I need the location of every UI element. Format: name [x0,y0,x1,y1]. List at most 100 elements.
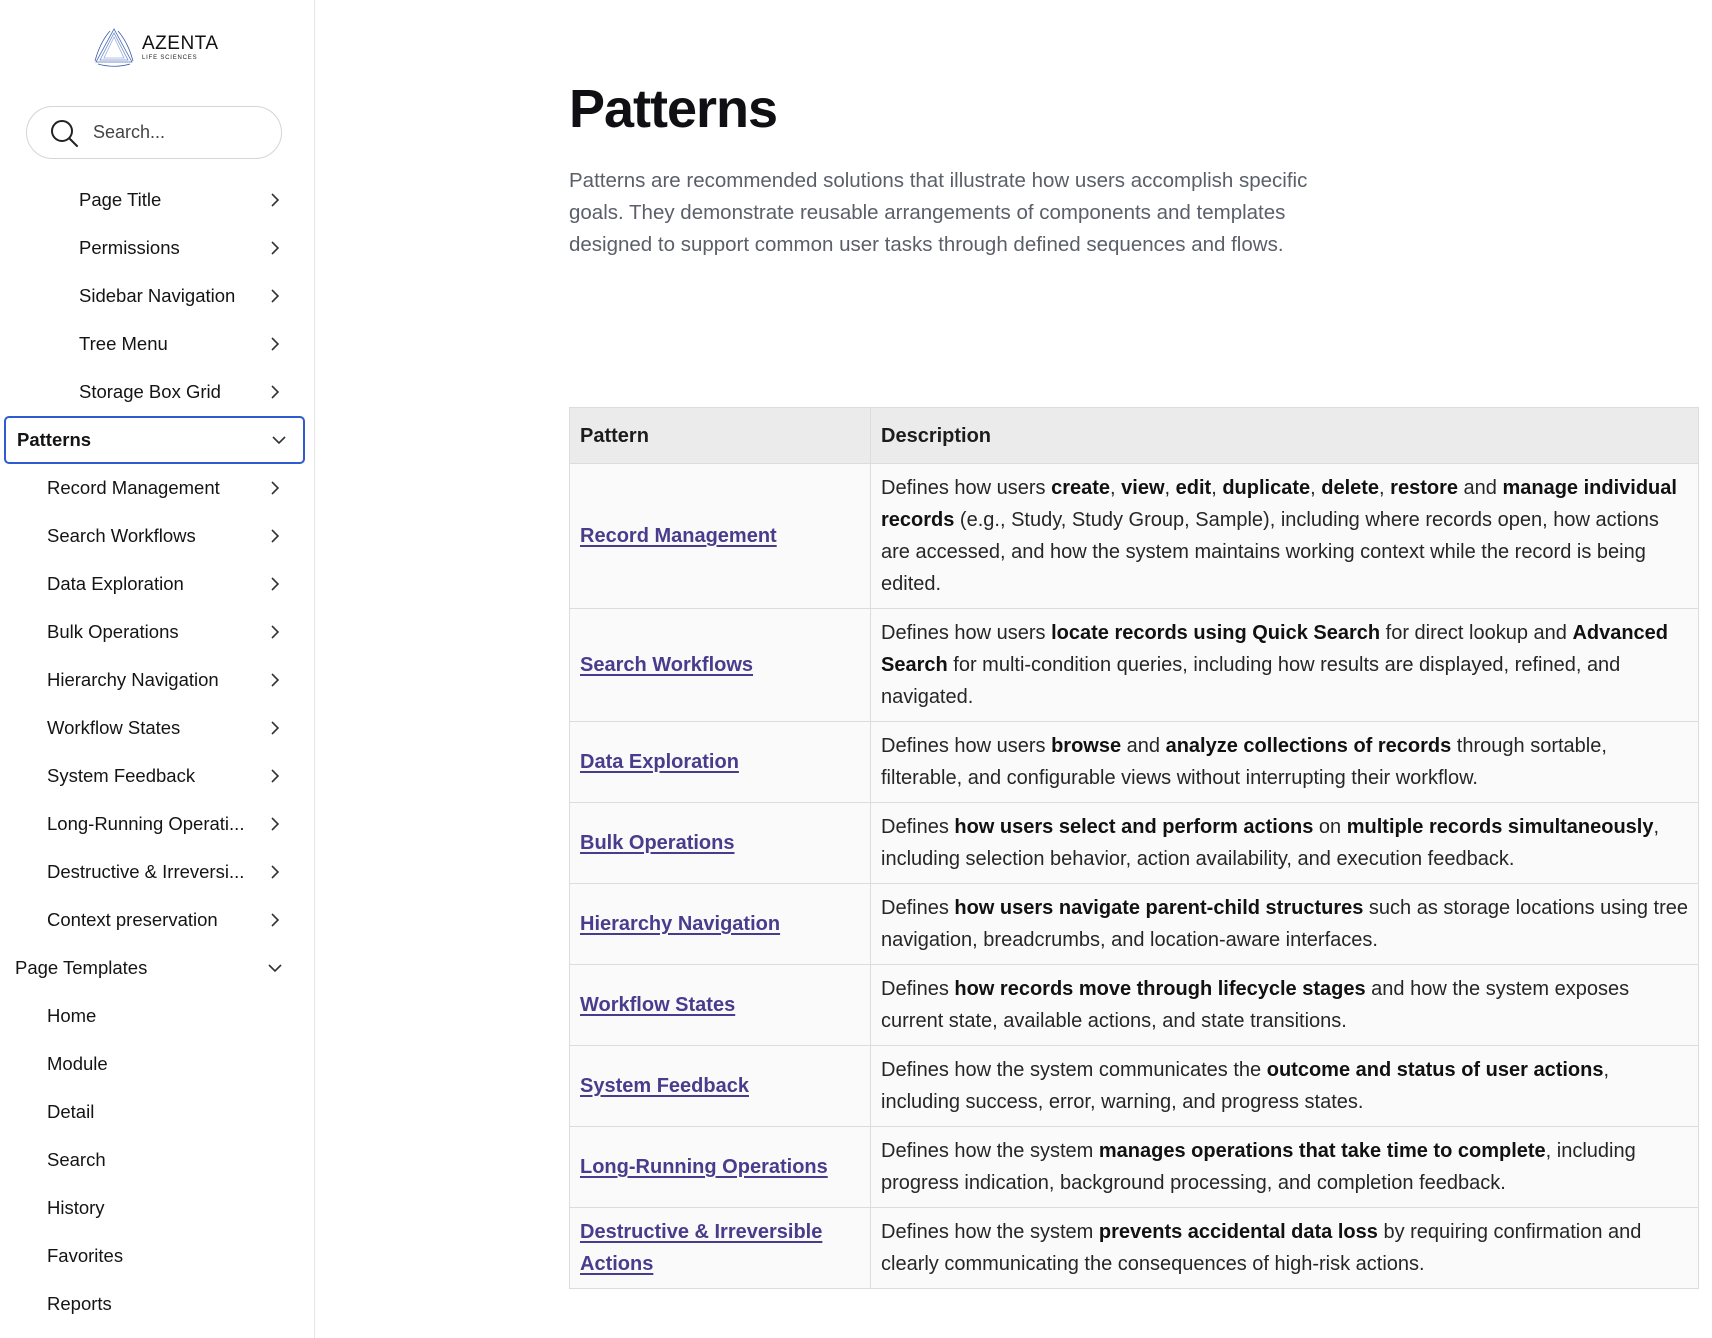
sidebar-item-label: Sidebar Navigation [79,285,236,306]
sidebar-item-record-management[interactable]: Record Management [0,464,314,512]
description-text: Defines how users [881,735,1052,757]
sidebar-item-tree-menu[interactable]: Tree Menu [0,320,314,368]
description-text: for multi-condition queries, including h… [881,654,1621,708]
sidebar-item-workflow-states[interactable]: Workflow States [0,704,314,752]
description-cell: Defines how the system communicates the … [870,1045,1699,1127]
description-emphasis: locate records using Quick Search [1051,622,1381,644]
description-cell: Defines how the system prevents accident… [870,1207,1699,1289]
pattern-cell: Long-Running Operations [569,1126,871,1208]
sidebar-item-detail[interactable]: Detail [0,1088,314,1136]
sidebar-item-label: Storage Box Grid [79,381,221,402]
chevron-right-icon [271,481,280,495]
pattern-cell: Bulk Operations [569,802,871,884]
chevron-right-icon [271,673,280,687]
description-emphasis: how users select and perform actions [954,816,1314,838]
sidebar-item-label: Home [47,1005,97,1026]
sidebar-item-label: System Feedback [47,765,196,786]
description-emphasis: browse [1051,735,1122,757]
table-row: Data Exploration Defines how users browse… [569,721,1699,803]
azenta-logo-icon [94,28,134,67]
chevron-right-icon [271,193,280,207]
pattern-link[interactable]: Record Management [580,525,777,547]
description-cell: Defines how users browse and analyze col… [870,721,1699,803]
description-emphasis: view [1121,477,1165,499]
chevron-right-icon [271,625,280,639]
pattern-link[interactable]: Search Workflows [580,654,753,676]
description-cell: Defines how records move through lifecyc… [870,964,1699,1046]
pattern-link[interactable]: Data Exploration [580,751,739,773]
pattern-link[interactable]: System Feedback [580,1075,749,1097]
sidebar-item-search[interactable]: Search [0,1136,314,1184]
description-emphasis: prevents accidental data loss [1098,1221,1378,1243]
sidebar-item-bulk-operations[interactable]: Bulk Operations [0,608,314,656]
search-box[interactable] [26,106,282,159]
description-cell: Defines how the system manages operation… [870,1126,1699,1208]
brand-sub: LIFE SCIENCES [142,54,198,61]
description-emphasis: restore [1390,477,1458,499]
sidebar-item-favorites[interactable]: Favorites [0,1232,314,1280]
table-row: Destructive & Irreversible Actions Define… [569,1207,1699,1289]
chevron-right-icon [271,289,280,303]
sidebar-item-module[interactable]: Module [0,1040,314,1088]
pattern-cell: Record Management [569,463,871,609]
pattern-link[interactable]: Long-Running Operations [580,1156,828,1178]
description-text: Defines how the system [881,1221,1099,1243]
description-emphasis: how users navigate parent-child structur… [954,897,1364,919]
brand-name: AZENTA [142,32,219,54]
description-cell: Defines how users locate records using Q… [870,608,1699,722]
description-text: Defines how users [881,622,1052,644]
sidebar-item-page-templates[interactable]: Page Templates [0,944,314,992]
sidebar-item-label: Search [47,1149,106,1170]
description-text: Defines [881,978,955,1000]
sidebar-item-destructive-irreversible[interactable]: Destructive & Irreversi... [0,848,314,896]
sidebar-item-label: Reports [47,1293,112,1314]
description-emphasis: delete [1321,477,1380,499]
sidebar-item-label: Page Templates [15,957,148,978]
sidebar-item-sidebar-navigation[interactable]: Sidebar Navigation [0,272,314,320]
chevron-down-icon [268,964,282,973]
description-text: , [1110,477,1122,499]
sidebar-item-label: Hierarchy Navigation [47,669,219,690]
sidebar-item-permissions[interactable]: Permissions [0,224,314,272]
sidebar-item-label: Context preservation [47,909,218,930]
sidebar-item-reports[interactable]: Reports [0,1280,314,1328]
description-cell: Defines how users create, view, edit, du… [870,463,1699,609]
sidebar-item-context-preservation[interactable]: Context preservation [0,896,314,944]
sidebar-item-search-workflows[interactable]: Search Workflows [0,512,314,560]
pattern-link[interactable]: Bulk Operations [580,832,734,854]
sidebar-item-hierarchy-navigation[interactable]: Hierarchy Navigation [0,656,314,704]
pattern-link[interactable]: Hierarchy Navigation [580,913,780,935]
sidebar-item-page-title[interactable]: Page Title [0,176,314,224]
main-content: Patterns Patterns are recommended soluti… [569,0,1712,1338]
pattern-link[interactable]: Destructive & Irreversible Actions [580,1221,822,1275]
sidebar-item-label: Search Workflows [47,525,196,546]
description-text: Defines how users [881,477,1052,499]
sidebar-item-home[interactable]: Home [0,992,314,1040]
sidebar-item-history[interactable]: History [0,1184,314,1232]
sidebar-item-label: Permissions [79,237,180,258]
sidebar-nav: Page Title Permissions Sidebar Navigatio… [0,176,314,1328]
sidebar-item-label: Bulk Operations [47,621,179,642]
sidebar-item-long-running-operations[interactable]: Long-Running Operati... [0,800,314,848]
sidebar-item-patterns[interactable]: Patterns [4,416,305,464]
description-cell: Defines how users select and perform act… [870,802,1699,884]
description-emphasis: create [1051,477,1111,499]
logo[interactable]: AZENTA LIFE SCIENCES [92,26,219,68]
table-row: Long-Running Operations Defines how the s… [569,1126,1699,1208]
chevron-right-icon [271,769,280,783]
table-row: Search Workflows Defines how users locate… [569,608,1699,722]
description-text: Defines how the system [881,1140,1099,1162]
pattern-cell: Hierarchy Navigation [569,883,871,965]
description-text: Defines [881,816,955,838]
sidebar-item-system-feedback[interactable]: System Feedback [0,752,314,800]
sidebar-item-label: Page Title [79,189,162,210]
sidebar-item-label: Workflow States [47,717,181,738]
sidebar-item-storage-box-grid[interactable]: Storage Box Grid [0,368,314,416]
patterns-table: Pattern Description Record Management Def… [569,407,1699,1289]
pattern-link[interactable]: Workflow States [580,994,735,1016]
sidebar-item-data-exploration[interactable]: Data Exploration [0,560,314,608]
search-input[interactable] [93,122,263,143]
chevron-down-icon [272,436,286,445]
page-title: Patterns [569,79,778,139]
sidebar-item-label: Destructive & Irreversi... [47,861,245,882]
